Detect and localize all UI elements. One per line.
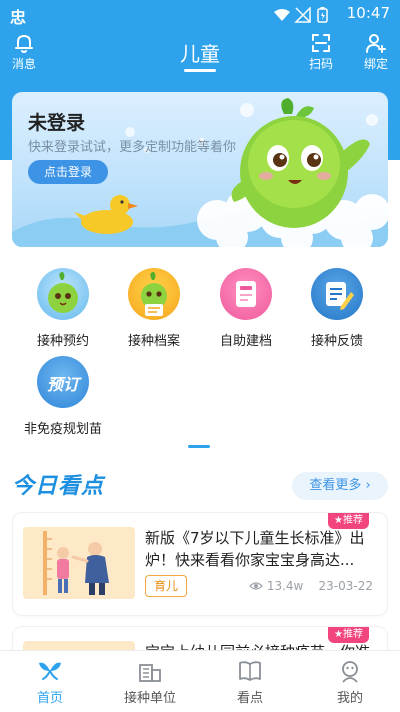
section-title: 今日看点 bbox=[12, 474, 105, 499]
menu-label: 非免疫规划苗 bbox=[23, 422, 102, 437]
feature-menu: 接种预约 接种档案 自助建档 接种反馈 预订 非免疫规划苗 bbox=[0, 262, 400, 442]
scan-button[interactable]: 扫码 bbox=[297, 32, 345, 76]
login-button[interactable]: 点击登录 bbox=[28, 160, 108, 184]
nav-item-home[interactable]: 首页 bbox=[0, 659, 100, 706]
menu-label: 接种反馈 bbox=[310, 334, 363, 349]
menu-item-non-program-vaccine[interactable]: 预订 非免疫规划苗 bbox=[18, 350, 108, 437]
menu-item-vaccination-appointment[interactable]: 接种预约 bbox=[18, 262, 108, 349]
bind-label: 绑定 bbox=[363, 57, 388, 71]
eye-icon bbox=[249, 582, 263, 590]
menu-item-vaccination-record[interactable]: 接种档案 bbox=[109, 262, 199, 349]
menu-item-vaccination-feedback[interactable]: 接种反馈 bbox=[292, 262, 382, 349]
news-title: 新版《7岁以下儿童生长标准》出炉！快来看看你家宝宝身高达... bbox=[145, 529, 365, 569]
clock: 10:47 bbox=[346, 4, 390, 22]
menu-label: 接种档案 bbox=[127, 334, 180, 349]
signal-icon bbox=[294, 7, 311, 23]
wifi-icon bbox=[274, 9, 290, 21]
document-icon bbox=[220, 268, 272, 320]
menu-item-self-registration[interactable]: 自助建档 bbox=[201, 262, 291, 349]
news-card[interactable]: ★推荐 新版《7岁以下儿童生长标准》出炉！快来看看你家宝宝身高达... 育儿 1… bbox=[12, 512, 388, 616]
page-title[interactable]: 儿童 bbox=[170, 38, 230, 67]
title-indicator bbox=[184, 69, 216, 72]
home-icon bbox=[39, 662, 61, 681]
messages-label: 消息 bbox=[11, 57, 36, 71]
book-icon bbox=[239, 661, 261, 681]
nav-label: 首页 bbox=[36, 691, 63, 706]
scan-icon bbox=[312, 34, 330, 52]
bell-icon bbox=[15, 35, 33, 53]
news-date: 23-03-22 bbox=[318, 579, 373, 593]
system-status-icons bbox=[274, 7, 328, 23]
news-thumbnail bbox=[23, 527, 135, 599]
feedback-icon bbox=[311, 268, 363, 320]
bottom-navigation: 首页 接种单位 看点 我的 bbox=[0, 650, 400, 712]
battery-icon bbox=[317, 7, 328, 23]
banner-subtitle: 快来登录试试，更多定制功能等着你 bbox=[28, 140, 237, 155]
nav-item-vaccination-units[interactable]: 接种单位 bbox=[100, 659, 200, 706]
bind-button[interactable]: 绑定 bbox=[352, 32, 400, 76]
profile-icon bbox=[342, 661, 358, 683]
app-header: 消息 儿童 扫码 绑定 bbox=[0, 28, 400, 78]
nav-label: 看点 bbox=[236, 691, 263, 706]
nav-label: 接种单位 bbox=[123, 691, 176, 706]
reserve-badge-text: 预订 bbox=[46, 375, 79, 394]
mascot-icon bbox=[128, 268, 180, 320]
scan-label: 扫码 bbox=[308, 57, 333, 71]
nav-item-profile[interactable]: 我的 bbox=[300, 659, 400, 706]
add-user-icon bbox=[366, 34, 386, 53]
menu-label: 接种预约 bbox=[36, 334, 89, 349]
mascot-icon bbox=[37, 268, 89, 320]
status-bar: 忠 10:47 bbox=[0, 0, 400, 28]
view-count-value: 13.4w bbox=[266, 579, 304, 593]
menu-label: 自助建档 bbox=[219, 334, 272, 349]
messages-button[interactable]: 消息 bbox=[0, 32, 48, 76]
menu-page-indicator bbox=[188, 445, 210, 448]
building-icon bbox=[139, 664, 161, 682]
nav-label: 我的 bbox=[336, 691, 363, 706]
login-banner[interactable]: 未登录 快来登录试试，更多定制功能等着你 点击登录 bbox=[12, 92, 388, 247]
view-count: 13.4w bbox=[249, 579, 303, 593]
view-more-button[interactable]: 查看更多 › bbox=[292, 472, 388, 500]
banner-title: 未登录 bbox=[28, 112, 86, 134]
nav-item-highlights[interactable]: 看点 bbox=[200, 659, 300, 706]
app-notification-icon: 忠 bbox=[10, 8, 27, 27]
category-tag: 育儿 bbox=[145, 575, 188, 597]
reserve-icon: 预订 bbox=[37, 356, 89, 408]
